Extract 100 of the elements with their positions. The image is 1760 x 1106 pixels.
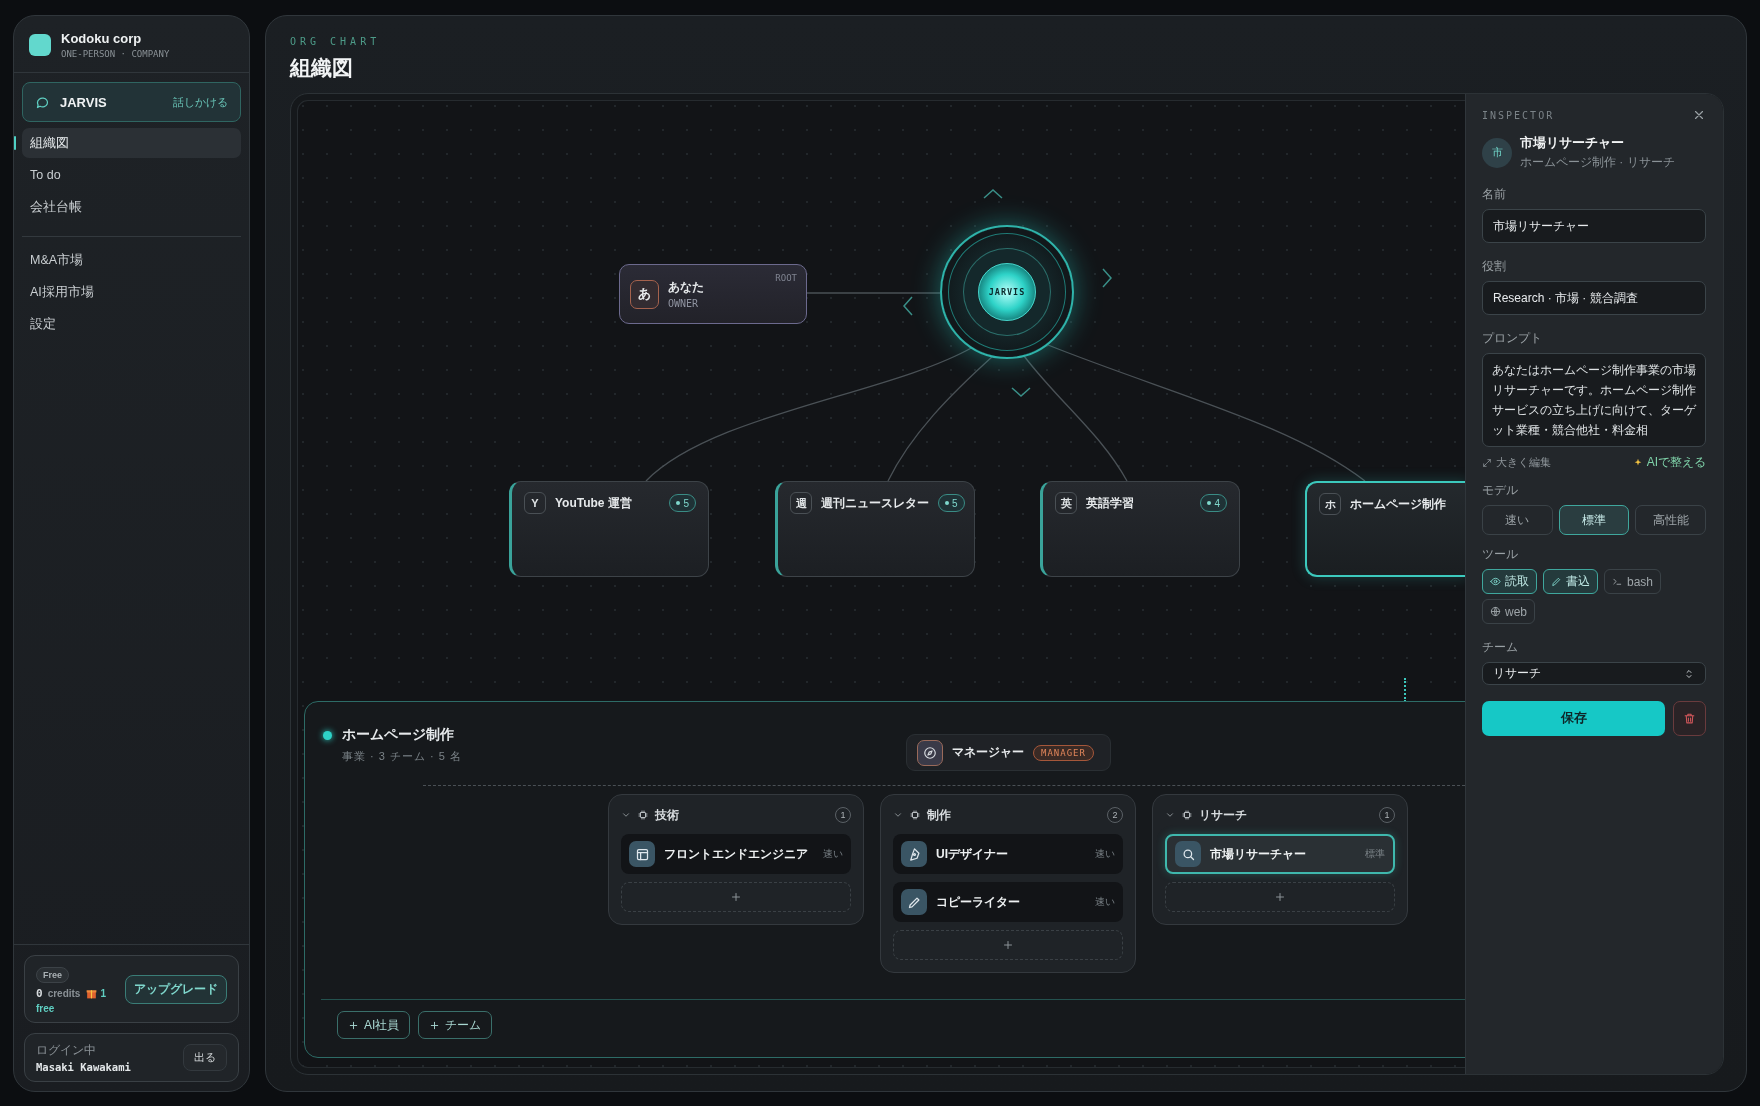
nav-item[interactable]: 組織図: [22, 128, 241, 158]
member-name: UIデザイナー: [936, 845, 1008, 863]
business-name: 英語学習: [1086, 495, 1134, 512]
owner-role: OWNER: [668, 298, 700, 309]
gift-icon: [85, 987, 99, 1000]
delete-button[interactable]: [1673, 701, 1706, 736]
pencil-icon: [1551, 576, 1562, 587]
updown-icon: [1683, 667, 1695, 680]
agent-path: ホームページ制作 · リサーチ: [1520, 154, 1675, 171]
prompt-field[interactable]: あなたはホームページ制作事業の市場リサーチャーです。ホームページ制作サービスの立ち上げに向けて、ターゲット業種・競合他社・料金相: [1482, 353, 1706, 447]
business-initial: Y: [524, 492, 546, 514]
business-initial: 英: [1055, 492, 1077, 514]
chip-icon: [637, 809, 649, 821]
business-name: ホームページ制作: [1350, 496, 1446, 513]
terminal-icon: [1612, 576, 1623, 587]
add-button[interactable]: チーム: [418, 1011, 493, 1039]
field-label: モデル: [1482, 482, 1519, 499]
logo-icon: [29, 34, 51, 56]
model-option[interactable]: 標準: [1558, 505, 1630, 535]
manager-node[interactable]: マネージャー MANAGER: [906, 734, 1111, 771]
tool-toggle[interactable]: bash: [1604, 569, 1662, 594]
business-node[interactable]: ホ ホームページ制作: [1305, 481, 1468, 577]
chevron-icon[interactable]: [893, 810, 903, 820]
chevron-icon: [983, 189, 1003, 199]
tool-toggle[interactable]: web: [1482, 599, 1535, 624]
logout-button[interactable]: 出る: [183, 1044, 227, 1071]
ai-format-link[interactable]: AIで整える: [1632, 454, 1706, 471]
layout-icon: [634, 846, 650, 862]
plan-badge: Free: [36, 967, 69, 983]
chevron-icon: [1102, 268, 1112, 288]
credits-count: 0: [36, 987, 43, 1000]
business-title: ホームページ制作: [342, 726, 455, 744]
field-label: プロンプト: [1482, 330, 1543, 347]
field-label: 名前: [1482, 186, 1507, 203]
business-name: YouTube 運営: [555, 495, 632, 512]
team-name: リサーチ: [1199, 806, 1247, 824]
team-select[interactable]: リサーチ: [1482, 662, 1706, 685]
team-name: 技術: [655, 806, 679, 824]
gift-count: 1: [100, 988, 106, 999]
chevron-icon[interactable]: [621, 810, 631, 820]
user-name: Masaki Kawakami: [36, 1061, 131, 1073]
member-row[interactable]: フロントエンドエンジニア 速い: [621, 834, 851, 874]
field-label: チーム: [1482, 639, 1519, 656]
member-row[interactable]: 市場リサーチャー 標準: [1165, 834, 1395, 874]
hub-node[interactable]: JARVIS: [940, 225, 1074, 359]
nav-item[interactable]: To do: [22, 160, 241, 190]
credits-label: credits: [47, 988, 81, 999]
chevron-icon: [903, 296, 913, 316]
member-row[interactable]: コピーライター 速い: [893, 882, 1123, 922]
login-status: ログイン中: [36, 1042, 97, 1059]
member-count-badge: 5: [669, 494, 696, 512]
member-row[interactable]: UIデザイナー 速い: [893, 834, 1123, 874]
owner-node[interactable]: あ あなた OWNER ROOT: [619, 264, 807, 324]
model-tag: 標準: [1365, 847, 1385, 861]
agent-name: 市場リサーチャー: [1520, 134, 1625, 152]
manager-badge: MANAGER: [1033, 744, 1094, 761]
business-node[interactable]: 週 週刊ニュースレター 5: [775, 481, 975, 577]
plus-icon: [348, 1019, 359, 1031]
nav-item[interactable]: M&A市場: [22, 245, 241, 275]
name-field[interactable]: 市場リサーチャー: [1482, 209, 1706, 243]
active-indicator: [14, 136, 16, 150]
status-dot: [323, 731, 332, 740]
avatar: 市: [1482, 137, 1512, 168]
member-name: フロントエンドエンジニア: [664, 845, 808, 863]
chip-icon: [909, 809, 921, 821]
brand-tagline: ONE-PERSON · COMPANY: [61, 49, 170, 59]
team-name: 制作: [927, 806, 951, 824]
model-tag: 速い: [823, 847, 843, 861]
plus-icon: [1002, 939, 1014, 951]
plan-name: free: [36, 1003, 56, 1014]
field-label: 役割: [1482, 258, 1507, 275]
business-node[interactable]: Y YouTube 運営 5: [509, 481, 709, 577]
assistant-button[interactable]: JARVIS 話しかける: [22, 82, 241, 122]
owner-name: あなた: [668, 279, 704, 296]
nav-item[interactable]: 設定: [22, 309, 241, 339]
expand-link[interactable]: 大きく編集: [1482, 455, 1551, 470]
close-icon[interactable]: [1692, 108, 1706, 122]
compass-icon: [923, 745, 937, 760]
root-tag: ROOT: [775, 273, 797, 283]
save-button[interactable]: 保存: [1482, 701, 1665, 736]
upgrade-button[interactable]: アップグレード: [125, 974, 227, 1004]
add-button[interactable]: AI社員: [337, 1011, 411, 1039]
model-option[interactable]: 高性能: [1635, 505, 1706, 535]
page-eyebrow: ORG CHART: [290, 36, 382, 47]
business-initial: 週: [790, 492, 812, 514]
business-node[interactable]: 英 英語学習 4: [1040, 481, 1240, 577]
tool-toggle[interactable]: 読取: [1482, 569, 1537, 594]
model-option[interactable]: 速い: [1482, 505, 1553, 535]
manager-name: マネージャー: [952, 744, 1024, 761]
role-field[interactable]: Research · 市場 · 競合調査: [1482, 281, 1706, 315]
plus-icon: [730, 891, 742, 903]
chevron-icon[interactable]: [1165, 810, 1175, 820]
field-label: ツール: [1482, 546, 1519, 563]
tool-toggle[interactable]: 書込: [1543, 569, 1598, 594]
plus-icon: [429, 1019, 441, 1031]
expand-icon: [1482, 457, 1492, 468]
chat-icon: [35, 94, 50, 110]
nav-item[interactable]: 会社台帳: [22, 192, 241, 222]
nav-item[interactable]: AI採用市場: [22, 277, 241, 307]
chevron-icon: [1011, 387, 1031, 397]
